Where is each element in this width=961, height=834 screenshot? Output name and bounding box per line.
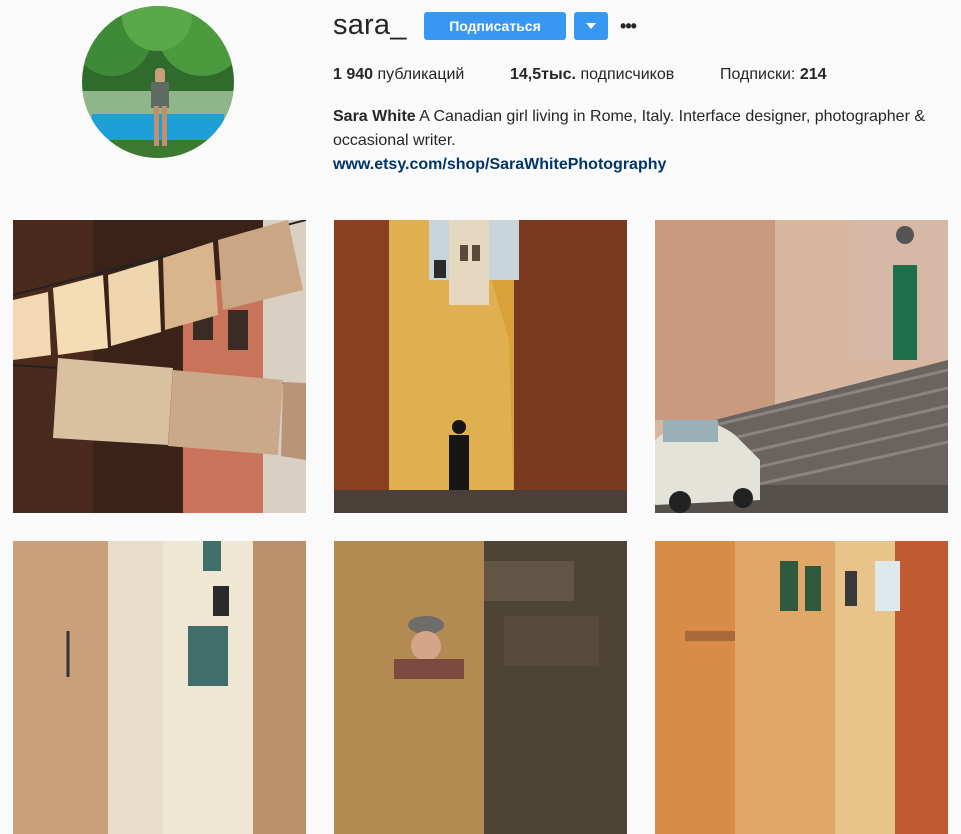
post-tile[interactable] bbox=[13, 220, 306, 513]
post-tile[interactable] bbox=[655, 541, 948, 834]
laundry-hanging-street-photo bbox=[13, 220, 306, 513]
posts-label: публикаций bbox=[377, 66, 465, 83]
orange-buildings-street-photo bbox=[655, 541, 948, 834]
bio-external-link[interactable]: www.etsy.com/shop/SaraWhitePhotography bbox=[333, 153, 948, 177]
following-count: 214 bbox=[799, 66, 827, 83]
avatar-photo bbox=[82, 6, 234, 158]
ellipsis-icon: ••• bbox=[620, 16, 637, 36]
more-options-button[interactable]: ••• bbox=[617, 14, 639, 38]
bio-full-name: Sara White bbox=[333, 108, 416, 125]
followers-count: 14,5тыс. bbox=[510, 66, 576, 83]
post-tile[interactable] bbox=[334, 541, 627, 834]
lamp-alley-photo bbox=[13, 541, 306, 834]
bio-text: A Canadian girl living in Rome, Italy. I… bbox=[333, 108, 926, 149]
fiat-500-stairs-photo bbox=[655, 220, 948, 513]
caret-down-icon bbox=[586, 23, 596, 29]
profile-avatar[interactable] bbox=[82, 6, 234, 158]
following-label: Подписки: bbox=[720, 66, 796, 83]
posts-count: 1 940 bbox=[333, 66, 374, 83]
followers-stat[interactable]: 14,5тыс. подписчиков bbox=[510, 66, 674, 84]
post-tile[interactable] bbox=[655, 220, 948, 513]
suggestions-dropdown-button[interactable] bbox=[574, 12, 608, 40]
profile-bio: Sara White A Canadian girl living in Rom… bbox=[333, 105, 948, 177]
yellow-alley-bell-tower-photo bbox=[334, 220, 627, 513]
profile-username: sara_ bbox=[333, 9, 407, 41]
old-man-wall-photo bbox=[334, 541, 627, 834]
following-stat[interactable]: Подписки: 214 bbox=[720, 66, 827, 84]
followers-label: подписчиков bbox=[580, 66, 675, 83]
post-tile[interactable] bbox=[334, 220, 627, 513]
posts-stat: 1 940 публикаций bbox=[333, 66, 464, 84]
follow-button[interactable]: Подписаться bbox=[424, 12, 566, 40]
post-tile[interactable] bbox=[13, 541, 306, 834]
